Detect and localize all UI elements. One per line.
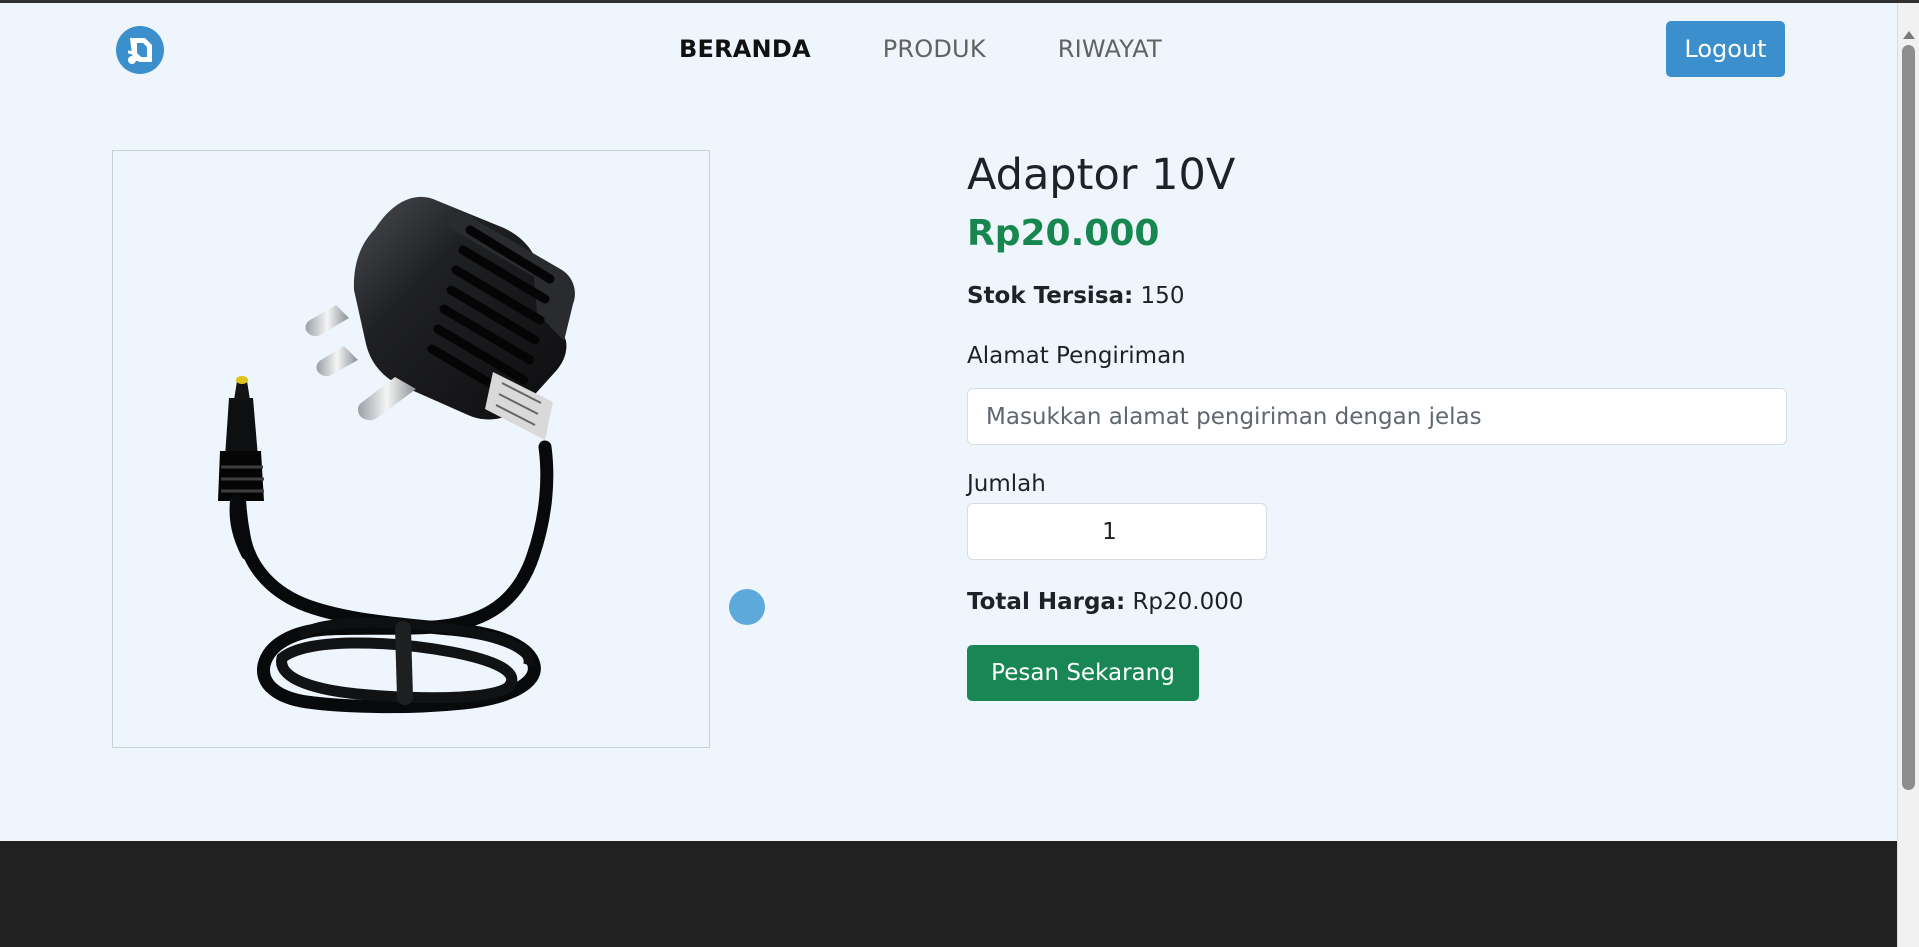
total-price: Total Harga: Rp20.000 <box>967 587 1244 617</box>
logout-button[interactable]: Logout <box>1666 21 1785 77</box>
scrollbar-thumb[interactable] <box>1902 45 1915 790</box>
footer <box>0 841 1897 947</box>
nav-riwayat[interactable]: RIWAYAT <box>1058 34 1162 64</box>
address-input[interactable] <box>967 388 1787 445</box>
stock-label: Stok Tersisa: <box>967 283 1134 309</box>
total-price-value: Rp20.000 <box>1132 589 1244 615</box>
product-price: Rp20.000 <box>967 213 1160 254</box>
stock-value: 150 <box>1140 283 1185 309</box>
nav-beranda[interactable]: BERANDA <box>679 34 811 64</box>
stock-info: Stok Tersisa: 150 <box>967 281 1184 311</box>
nav-produk[interactable]: PRODUK <box>883 34 986 64</box>
address-label: Alamat Pengiriman <box>967 343 1186 369</box>
total-price-label: Total Harga: <box>967 589 1126 615</box>
vertical-scrollbar[interactable] <box>1897 3 1919 947</box>
order-now-button[interactable]: Pesan Sekarang <box>967 645 1199 701</box>
power-adapter-image <box>218 196 575 714</box>
main-navigation: BERANDA PRODUK RIWAYAT <box>679 34 1162 64</box>
product-image-frame <box>112 150 710 748</box>
cursor-indicator <box>729 589 765 625</box>
product-detail-page: BERANDA PRODUK RIWAYAT Logout Adaptor 10… <box>0 3 1897 841</box>
scroll-up-arrow-icon[interactable] <box>1903 31 1915 39</box>
product-title: Adaptor 10V <box>967 150 1236 200</box>
logo-icon[interactable] <box>115 25 165 75</box>
quantity-input[interactable] <box>967 503 1267 560</box>
quantity-label: Jumlah <box>967 471 1046 497</box>
browser-viewport: BERANDA PRODUK RIWAYAT Logout Adaptor 10… <box>0 0 1919 947</box>
